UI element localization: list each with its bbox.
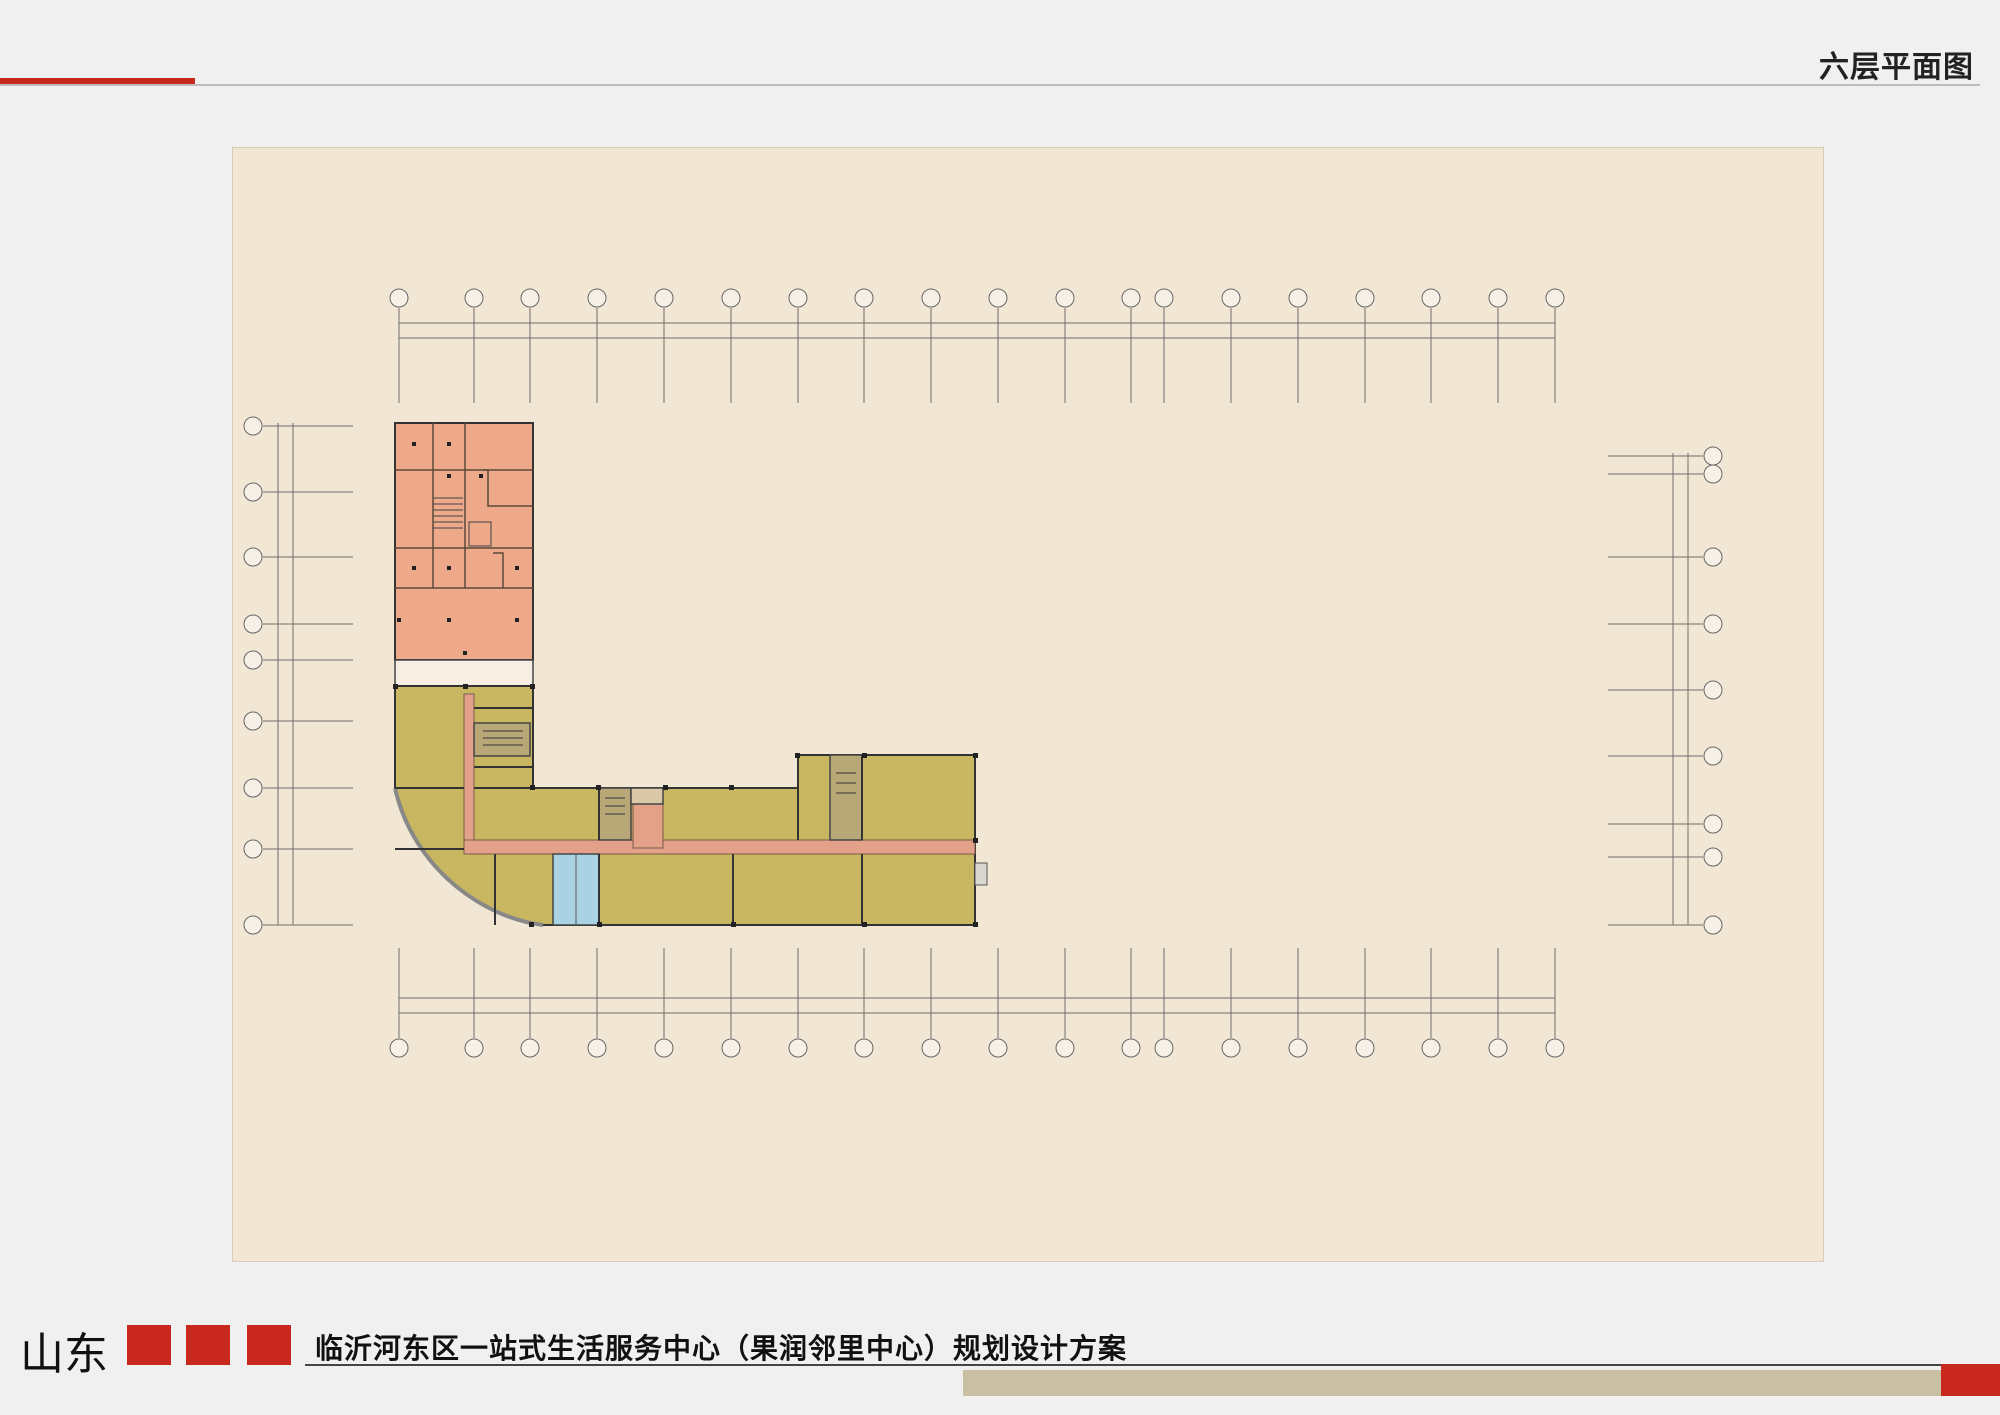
office-block bbox=[394, 422, 534, 687]
grid-axis-bubble bbox=[1421, 288, 1441, 308]
footer-accent-block bbox=[1941, 1364, 2000, 1396]
footer-divider bbox=[305, 1364, 2000, 1366]
grid-axis-bubble bbox=[1703, 446, 1723, 466]
grid-axis-bubble bbox=[520, 1038, 540, 1058]
grid-axis-bubble bbox=[243, 482, 263, 502]
grid-axis-bubble bbox=[1703, 746, 1723, 766]
grid-axis-bubble bbox=[587, 288, 607, 308]
grid-axis-bubble bbox=[1703, 614, 1723, 634]
grid-axis-bubble bbox=[243, 416, 263, 436]
project-title: 临沂河东区一站式生活服务中心（果润邻里中心）规划设计方案 bbox=[315, 1332, 1128, 1365]
brand-square-icon bbox=[247, 1325, 291, 1365]
grid-axis-bubble bbox=[587, 1038, 607, 1058]
grid-axis-bubble bbox=[921, 1038, 941, 1058]
grid-axis-bubble bbox=[243, 614, 263, 634]
grid-axis-bubble bbox=[1221, 1038, 1241, 1058]
floor-plan-drawing bbox=[243, 288, 1723, 1058]
grid-axis-bubble bbox=[1154, 1038, 1174, 1058]
header-divider bbox=[0, 84, 1980, 86]
grid-axis-bubble bbox=[1488, 1038, 1508, 1058]
grid-axis-bubble bbox=[1055, 1038, 1075, 1058]
grid-axis-bubble bbox=[1288, 1038, 1308, 1058]
grid-axis-bubble bbox=[854, 1038, 874, 1058]
commercial-zone bbox=[394, 685, 976, 926]
grid-axis-bubble bbox=[721, 288, 741, 308]
grid-axis-bubble bbox=[464, 288, 484, 308]
grid-axis-bubble bbox=[243, 778, 263, 798]
floor-plan-sheet bbox=[232, 147, 1824, 1262]
grid-axis-bubble bbox=[988, 1038, 1008, 1058]
grid-axis-bubble bbox=[1154, 288, 1174, 308]
roof-gap bbox=[394, 659, 534, 687]
grid-axis-bubble bbox=[389, 1038, 409, 1058]
grid-axis-bubble bbox=[243, 711, 263, 731]
grid-axis-bubble bbox=[654, 288, 674, 308]
commercial-block bbox=[393, 684, 988, 927]
grid-axis-bubble bbox=[1545, 1038, 1565, 1058]
grid-axis-bubble bbox=[1221, 288, 1241, 308]
brand-square-icon bbox=[186, 1325, 230, 1365]
grid-axis-bubble bbox=[921, 288, 941, 308]
grid-axis-bubble bbox=[1355, 288, 1375, 308]
grid-axis-bubble bbox=[788, 288, 808, 308]
grid-axis-bubble bbox=[1121, 1038, 1141, 1058]
grid-axis-bubble bbox=[721, 1038, 741, 1058]
grid-axis-bubble bbox=[243, 650, 263, 670]
grid-axis-bubble bbox=[243, 547, 263, 567]
grid-axis-bubble bbox=[1545, 288, 1565, 308]
grid-axis-bubble bbox=[788, 1038, 808, 1058]
brand-region-label: 山东 bbox=[20, 1329, 108, 1380]
grid-axis-bubble bbox=[988, 288, 1008, 308]
footer-band bbox=[963, 1370, 1941, 1396]
grid-axis-bubble bbox=[1355, 1038, 1375, 1058]
grid-axis-bubble bbox=[1703, 847, 1723, 867]
grid-axis-bubble bbox=[243, 839, 263, 859]
brand-square-icon bbox=[127, 1325, 171, 1365]
grid-axis-bubble bbox=[1703, 814, 1723, 834]
grid-axis-bubble bbox=[1488, 288, 1508, 308]
grid-axis-bubble bbox=[1288, 288, 1308, 308]
grid-axis-bubble bbox=[654, 1038, 674, 1058]
grid-axis-bubble bbox=[1121, 288, 1141, 308]
grid-axis-bubble bbox=[1703, 915, 1723, 935]
grid-axis-bubble bbox=[1055, 288, 1075, 308]
office-zone bbox=[394, 422, 534, 661]
grid-axis-bubble bbox=[243, 915, 263, 935]
grid-axis-bubble bbox=[520, 288, 540, 308]
grid-axis-bubble bbox=[1703, 464, 1723, 484]
grid-axis-bubble bbox=[1703, 547, 1723, 567]
page-title: 六层平面图 bbox=[1819, 50, 1974, 85]
grid-axis-bubble bbox=[854, 288, 874, 308]
grid-axis-bubble bbox=[1703, 680, 1723, 700]
grid-axis-bubble bbox=[464, 1038, 484, 1058]
grid-axis-bubble bbox=[1421, 1038, 1441, 1058]
grid-axis-bubble bbox=[389, 288, 409, 308]
